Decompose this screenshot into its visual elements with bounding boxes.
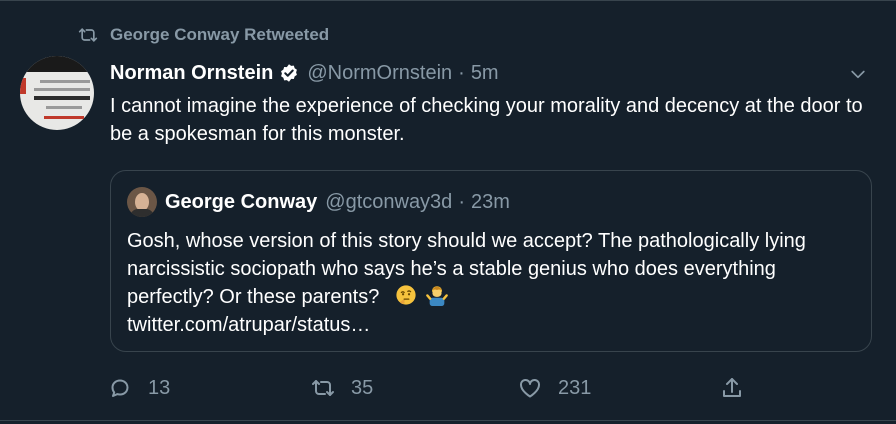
tweet-text: I cannot imagine the experience of check… <box>110 95 863 145</box>
quoted-tweet-body: Gosh, whose version of this story should… <box>127 227 857 339</box>
quoted-tweet-text: Gosh, whose version of this story should… <box>127 230 806 308</box>
retweet-button[interactable]: 35 <box>311 374 373 402</box>
man-shrugging-emoji <box>426 286 449 306</box>
separator-dot: · <box>458 61 465 84</box>
quoted-author-name: George Conway <box>165 190 318 213</box>
chevron-down-icon[interactable] <box>848 64 868 84</box>
reply-button[interactable]: 13 <box>108 374 170 402</box>
reply-count: 13 <box>148 376 171 399</box>
avatar-text-line <box>40 80 90 83</box>
bottom-divider <box>0 420 896 421</box>
avatar-text-line <box>46 106 82 109</box>
quoted-avatar[interactable] <box>127 187 157 217</box>
quoted-tweet[interactable]: George Conway @gtconway3d · 23m Gosh, wh… <box>110 170 872 352</box>
avatar[interactable] <box>20 56 94 130</box>
tweet-header: Norman Ornstein @NormOrnstein · 5m <box>110 59 499 87</box>
top-divider <box>0 0 896 1</box>
avatar-text-line <box>34 96 90 100</box>
share-icon <box>723 378 741 397</box>
quoted-tweet-header: George Conway @gtconway3d · 23m <box>165 188 510 216</box>
quoted-avatar-shirt <box>130 209 154 217</box>
retweet-label: George Conway Retweeted <box>110 25 330 44</box>
like-button[interactable]: 231 <box>518 374 591 402</box>
retweet-icon <box>312 380 334 396</box>
avatar-banner <box>20 56 94 72</box>
quoted-tweet-timestamp: 23m <box>470 190 510 213</box>
like-count: 231 <box>558 376 592 399</box>
share-button[interactable] <box>720 374 760 402</box>
author-handle[interactable]: @NormOrnstein <box>307 62 452 85</box>
thinking-face-emoji <box>396 285 416 305</box>
retweet-count: 35 <box>351 376 374 399</box>
tweet-timestamp[interactable]: 5m <box>471 62 499 85</box>
avatar-accent <box>20 78 26 94</box>
heart-icon <box>520 378 540 398</box>
author-name[interactable]: Norman Ornstein <box>110 62 273 85</box>
retweet-icon <box>78 28 98 42</box>
avatar-text-line <box>34 88 90 91</box>
verified-badge-icon <box>281 64 298 82</box>
reply-icon <box>111 379 129 397</box>
avatar-text-line <box>44 116 84 119</box>
quoted-tweet-link[interactable]: twitter.com/atrupar/status… <box>127 314 370 336</box>
retweet-context[interactable]: George Conway Retweeted <box>78 24 329 46</box>
quoted-separator-dot: · <box>458 190 465 213</box>
quoted-author-handle: @gtconway3d <box>325 190 453 213</box>
